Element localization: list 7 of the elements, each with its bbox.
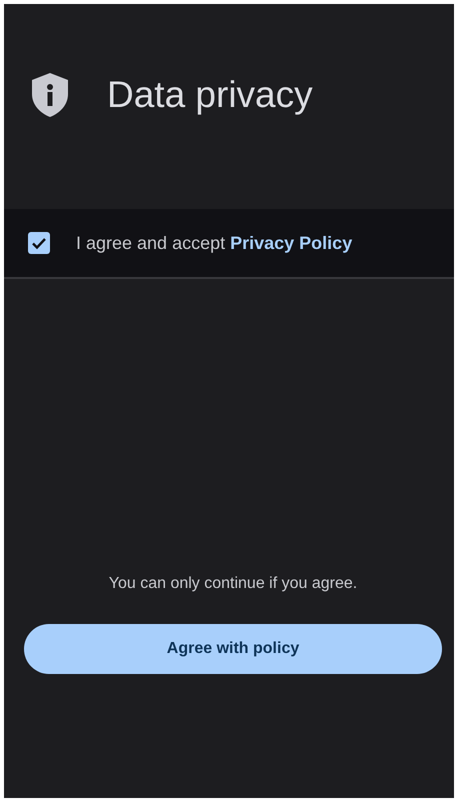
page-title: Data privacy bbox=[107, 74, 313, 116]
shield-info-icon bbox=[30, 72, 70, 118]
consent-text: I agree and accept Privacy Policy bbox=[76, 232, 352, 254]
privacy-policy-link[interactable]: Privacy Policy bbox=[230, 232, 352, 252]
checkbox[interactable] bbox=[28, 232, 50, 254]
agree-button[interactable]: Agree with policy bbox=[24, 624, 442, 674]
notice-text: You can only continue if you agree. bbox=[108, 575, 358, 593]
